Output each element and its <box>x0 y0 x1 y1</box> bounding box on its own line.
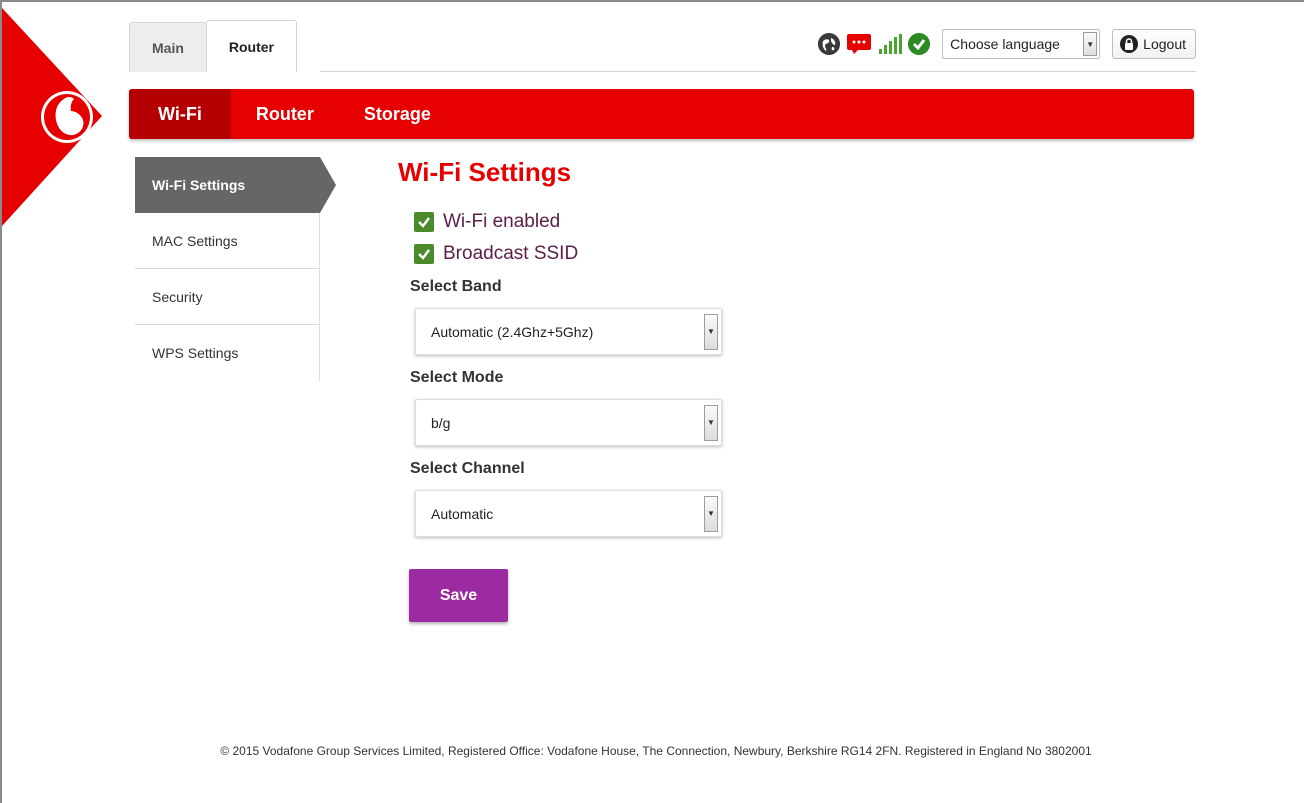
chevron-down-icon[interactable]: ▼ <box>704 313 718 350</box>
language-select-value: Choose language <box>950 36 1060 52</box>
select-band-label: Select Band <box>410 278 502 295</box>
vodafone-logo <box>2 8 102 226</box>
select-channel-label: Select Channel <box>410 460 525 477</box>
top-tabs: Main Router <box>129 20 298 72</box>
page-title: Wi-Fi Settings <box>398 157 572 187</box>
logout-button[interactable]: Logout <box>1112 29 1196 59</box>
broadcast-ssid-row: Broadcast SSID <box>414 238 722 270</box>
nav-router[interactable]: Router <box>231 89 339 139</box>
sidebar-item-mac-settings[interactable]: MAC Settings <box>135 213 320 269</box>
tabs-divider <box>320 71 1196 72</box>
wifi-enabled-label: Wi-Fi enabled <box>443 211 561 232</box>
chevron-down-icon[interactable]: ▼ <box>1083 32 1098 56</box>
mode-select[interactable]: b/g ▼ <box>415 399 722 446</box>
channel-select[interactable]: Automatic ▼ <box>415 490 722 537</box>
logout-label: Logout <box>1143 36 1186 52</box>
message-icon[interactable] <box>846 33 872 55</box>
main-content: Wi-Fi Settings Wi-Fi enabled Broadcast S… <box>398 157 722 622</box>
broadcast-ssid-label: Broadcast SSID <box>443 243 579 264</box>
mode-select-value: b/g <box>431 414 451 431</box>
nav-storage[interactable]: Storage <box>339 89 456 139</box>
select-mode-label: Select Mode <box>410 369 504 386</box>
main-nav: Wi-Fi Router Storage <box>129 89 1194 139</box>
nav-wifi[interactable]: Wi-Fi <box>129 89 231 139</box>
lock-icon <box>1120 35 1139 53</box>
chevron-down-icon[interactable]: ▼ <box>704 495 718 532</box>
tab-router[interactable]: Router <box>205 20 298 72</box>
band-select-value: Automatic (2.4Ghz+5Ghz) <box>431 323 594 340</box>
status-bar: Choose language ▼ Logout <box>818 28 1196 60</box>
chevron-down-icon[interactable]: ▼ <box>704 404 718 441</box>
broadcast-ssid-checkbox[interactable] <box>414 244 434 264</box>
sidebar-item-security[interactable]: Security <box>135 269 320 325</box>
footer-text: © 2015 Vodafone Group Services Limited, … <box>220 744 1092 758</box>
tab-main[interactable]: Main <box>129 22 207 72</box>
language-select[interactable]: Choose language ▼ <box>942 29 1101 59</box>
sidebar-item-wifi-settings[interactable]: Wi-Fi Settings <box>135 157 336 213</box>
wifi-enabled-row: Wi-Fi enabled <box>414 206 722 238</box>
signal-icon <box>878 34 903 54</box>
connected-check-icon <box>908 33 931 55</box>
band-select[interactable]: Automatic (2.4Ghz+5Ghz) ▼ <box>415 308 722 355</box>
sidebar-item-wps-settings[interactable]: WPS Settings <box>135 325 320 381</box>
wifi-enabled-checkbox[interactable] <box>414 212 434 232</box>
globe-icon[interactable] <box>818 33 841 55</box>
channel-select-value: Automatic <box>431 505 494 522</box>
sidebar: Wi-Fi Settings MAC Settings Security WPS… <box>135 157 336 381</box>
save-button[interactable]: Save <box>409 569 508 622</box>
